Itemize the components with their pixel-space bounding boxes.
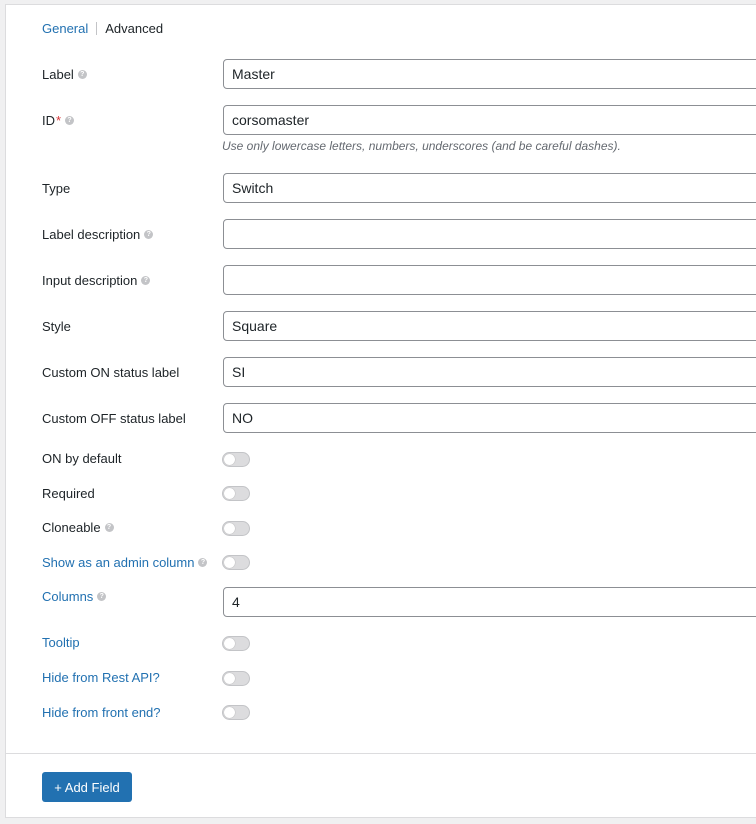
toggle-knob bbox=[224, 673, 235, 684]
admin-column-toggle[interactable] bbox=[222, 555, 250, 570]
toggle-knob bbox=[224, 454, 235, 465]
id-hint: Use only lowercase letters, numbers, und… bbox=[222, 139, 621, 153]
required-toggle[interactable] bbox=[222, 486, 250, 501]
cloneable-toggle[interactable] bbox=[222, 521, 250, 536]
settings-tabs: General Advanced bbox=[42, 21, 163, 36]
id-input[interactable] bbox=[223, 105, 756, 135]
type-select[interactable] bbox=[223, 173, 756, 203]
field-label-hide-front[interactable]: Hide from front end? bbox=[42, 705, 161, 720]
tab-advanced[interactable]: Advanced bbox=[105, 21, 163, 36]
question-circle-icon[interactable]: ? bbox=[144, 230, 154, 239]
field-label-style: Style bbox=[42, 319, 71, 334]
off-label-input[interactable] bbox=[223, 403, 756, 433]
field-label-type: Type bbox=[42, 181, 71, 196]
field-label-admin-column[interactable]: Show as an admin column ? bbox=[42, 555, 208, 570]
tooltip-toggle[interactable] bbox=[222, 636, 250, 651]
tab-general[interactable]: General bbox=[42, 21, 88, 36]
on-by-default-toggle[interactable] bbox=[222, 452, 250, 467]
question-circle-icon[interactable]: ? bbox=[97, 592, 107, 601]
field-label-tooltip[interactable]: Tooltip bbox=[42, 635, 80, 650]
label-input[interactable] bbox=[223, 59, 756, 89]
field-label-required: Required bbox=[42, 486, 95, 501]
on-label-input[interactable] bbox=[223, 357, 756, 387]
required-mark: * bbox=[56, 113, 62, 128]
field-label-input-description: Input description ? bbox=[42, 273, 151, 288]
toggle-knob bbox=[224, 488, 235, 499]
question-circle-icon[interactable]: ? bbox=[104, 523, 114, 532]
question-circle-icon[interactable]: ? bbox=[77, 70, 87, 79]
hide-front-toggle[interactable] bbox=[222, 705, 250, 720]
field-settings-panel: General Advanced Label ? ID * ? Use only… bbox=[5, 4, 756, 818]
field-label-on-by-default: ON by default bbox=[42, 451, 122, 466]
question-circle-icon[interactable]: ? bbox=[198, 558, 208, 567]
field-label-on-label: Custom ON status label bbox=[42, 365, 180, 380]
hide-rest-toggle[interactable] bbox=[222, 671, 250, 686]
toggle-knob bbox=[224, 523, 235, 534]
toggle-knob bbox=[224, 707, 235, 718]
style-select[interactable] bbox=[223, 311, 756, 341]
field-label-cloneable: Cloneable ? bbox=[42, 520, 114, 535]
add-field-button[interactable]: + Add Field bbox=[42, 772, 132, 802]
footer-divider bbox=[6, 753, 756, 754]
field-label-hide-rest[interactable]: Hide from Rest API? bbox=[42, 670, 160, 685]
question-circle-icon[interactable]: ? bbox=[141, 276, 151, 285]
question-circle-icon[interactable]: ? bbox=[65, 116, 75, 125]
toggle-knob bbox=[224, 557, 235, 568]
field-label-label: Label ? bbox=[42, 67, 87, 82]
toggle-knob bbox=[224, 638, 235, 649]
field-label-label-description: Label description ? bbox=[42, 227, 154, 242]
field-label-off-label: Custom OFF status label bbox=[42, 411, 186, 426]
columns-input[interactable] bbox=[223, 587, 756, 617]
label-description-input[interactable] bbox=[223, 219, 756, 249]
input-description-input[interactable] bbox=[223, 265, 756, 295]
field-label-columns[interactable]: Columns ? bbox=[42, 589, 107, 604]
tab-separator bbox=[96, 22, 98, 35]
field-label-id: ID * ? bbox=[42, 113, 75, 128]
